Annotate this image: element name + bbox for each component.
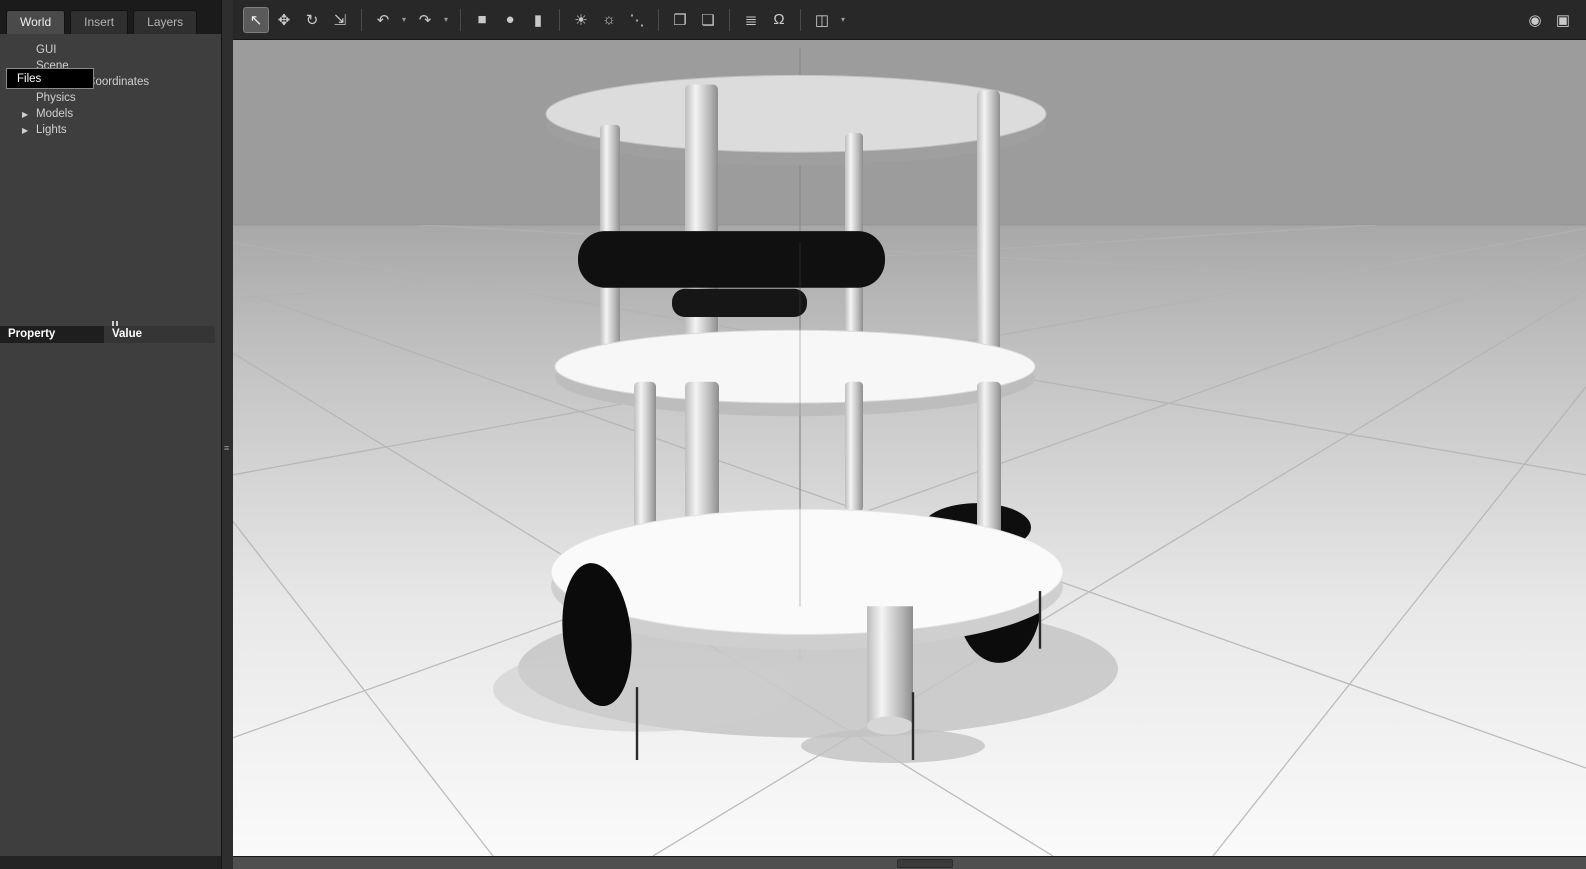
tree-item-gui[interactable]: GUI (0, 42, 221, 58)
main-area: ↖ ✥ ↻ ⇲ ↶ ▾ ↷ ▾ ■ ● ▮ ☀ ☼ ⋱ ❐ ❏ ≣ Ω ◫ ▾ (233, 0, 1586, 869)
copy-button[interactable]: ❐ (667, 7, 693, 33)
caster-wheel (867, 606, 913, 725)
viewport-scene[interactable] (233, 40, 1586, 856)
panel-splitter[interactable]: ≡ (222, 0, 233, 869)
insert-cylinder-button[interactable]: ▮ (525, 7, 551, 33)
point-light-button[interactable]: ☀ (568, 7, 594, 33)
undo-button[interactable]: ↶ (370, 7, 396, 33)
gazebo-window: World Insert Layers GUI Scene Spherical … (0, 0, 1586, 869)
tree-item-label: Lights (36, 124, 67, 136)
redo-button[interactable]: ↷ (412, 7, 438, 33)
view-angle-button[interactable]: ◫ (809, 7, 835, 33)
tree-item-label: GUI (36, 44, 56, 56)
expander-icon[interactable]: ▶ (22, 110, 36, 119)
rotate-tool-button[interactable]: ↻ (299, 7, 325, 33)
tree-item-models[interactable]: ▶ Models (0, 106, 221, 122)
spot-light-button[interactable]: ☼ (596, 7, 622, 33)
scale-tool-button[interactable]: ⇲ (327, 7, 353, 33)
undo-history-caret-icon[interactable]: ▾ (398, 7, 410, 33)
screenshot-button[interactable]: ◉ (1522, 7, 1548, 33)
align-button[interactable]: ≣ (738, 7, 764, 33)
caster-wheel-bottom (867, 716, 913, 734)
time-panel-collapsed (233, 856, 1586, 869)
tab-world[interactable]: World (6, 10, 65, 34)
middle-plate (555, 330, 1035, 403)
sidebar-footer (0, 856, 221, 869)
kinect-sensor (578, 231, 885, 288)
insert-sphere-button[interactable]: ● (497, 7, 523, 33)
paste-button[interactable]: ❏ (695, 7, 721, 33)
toolbar-separator (658, 9, 659, 31)
kinect-sensor-base (672, 289, 807, 317)
select-tool-button[interactable]: ↖ (243, 7, 269, 33)
toolbar-separator (800, 9, 801, 31)
render-viewport[interactable] (233, 40, 1586, 856)
expander-icon[interactable]: ▶ (22, 126, 36, 135)
toolbar-separator (460, 9, 461, 31)
property-column-header: Property (0, 326, 104, 343)
left-panel: World Insert Layers GUI Scene Spherical … (0, 0, 222, 869)
tree-item-physics[interactable]: Physics (0, 90, 221, 106)
snap-button[interactable]: Ω (766, 7, 792, 33)
toolbar: ↖ ✥ ↻ ⇲ ↶ ▾ ↷ ▾ ■ ● ▮ ☀ ☼ ⋱ ❐ ❏ ≣ Ω ◫ ▾ (233, 0, 1586, 40)
toolbar-separator (729, 9, 730, 31)
robot-shadow-left (493, 647, 793, 732)
property-table-header: Property Value (0, 326, 215, 343)
panel-tab-bar: World Insert Layers (0, 0, 221, 34)
value-column-label: Value (112, 328, 142, 340)
redo-history-caret-icon[interactable]: ▾ (440, 7, 452, 33)
tree-item-lights[interactable]: ▶ Lights (0, 122, 221, 138)
files-tooltip: Files (6, 68, 94, 89)
directional-light-button[interactable]: ⋱ (624, 7, 650, 33)
tree-item-label: Models (36, 108, 73, 120)
toolbar-separator (559, 9, 560, 31)
tab-layers[interactable]: Layers (133, 10, 197, 34)
column-resize-handle[interactable] (112, 321, 118, 326)
tree-item-label: Physics (36, 92, 76, 104)
top-plate (546, 75, 1046, 152)
insert-box-button[interactable]: ■ (469, 7, 495, 33)
splitter-grip-icon: ≡ (224, 446, 229, 450)
view-angle-caret-icon[interactable]: ▾ (837, 7, 849, 33)
value-column-header: Value (104, 326, 215, 343)
record-log-button[interactable]: ▣ (1550, 7, 1576, 33)
tab-insert[interactable]: Insert (70, 10, 128, 34)
translate-tool-button[interactable]: ✥ (271, 7, 297, 33)
toolbar-separator (361, 9, 362, 31)
time-panel-expand-handle[interactable] (897, 859, 953, 868)
